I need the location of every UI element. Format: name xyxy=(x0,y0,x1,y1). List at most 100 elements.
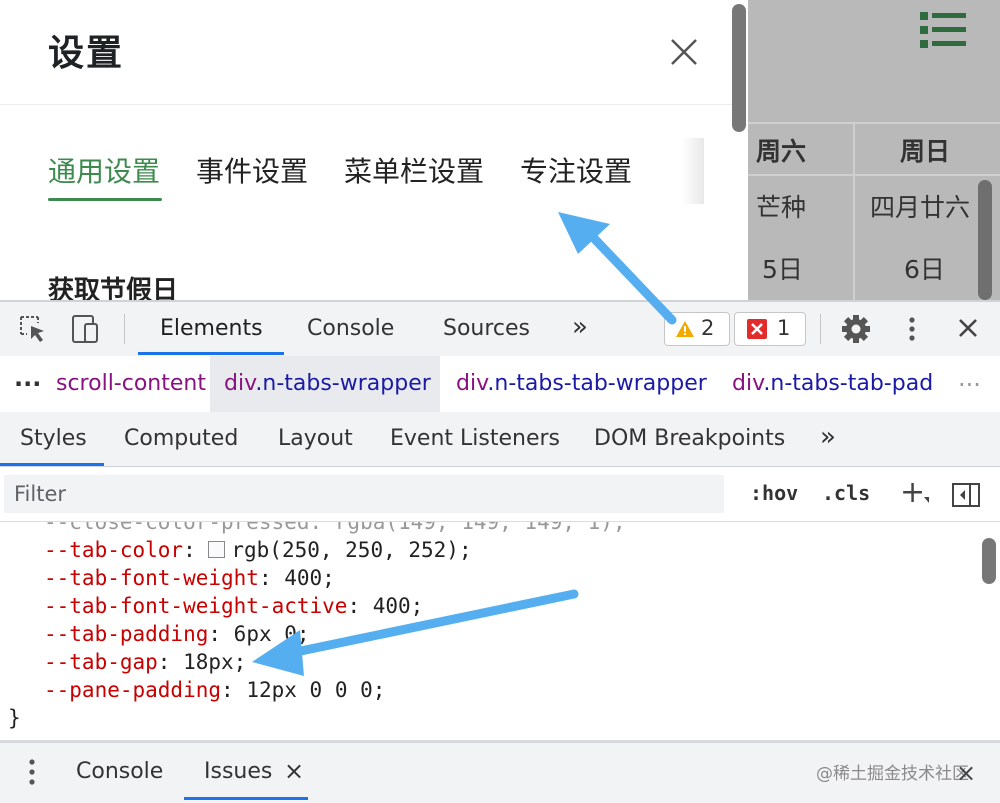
watermark: @稀土掘金技术社区 xyxy=(816,764,969,784)
breadcrumb-class: scroll-content xyxy=(56,371,206,396)
list-menu-icon[interactable] xyxy=(918,10,968,50)
dialog-title: 设置 xyxy=(48,33,125,74)
breadcrumb-tag: div xyxy=(224,371,256,396)
breadcrumb-tag: div xyxy=(732,371,764,396)
error-icon xyxy=(747,319,767,339)
css-declaration[interactable]: --tab-color: rgb(250, 250, 252); xyxy=(44,536,472,564)
styles-scrollbar[interactable] xyxy=(982,538,996,584)
active-subtab-indicator xyxy=(0,463,104,466)
warnings-badge[interactable]: 2 xyxy=(664,312,730,346)
drawer-tab-issues[interactable]: Issues xyxy=(204,759,272,784)
more-options-icon[interactable] xyxy=(896,314,928,344)
more-tabs-button[interactable]: » xyxy=(572,312,588,342)
tab-menubar-settings[interactable]: 菜单栏设置 xyxy=(344,150,484,190)
subtab-computed[interactable]: Computed xyxy=(124,426,238,451)
breadcrumb-item[interactable]: div.n-tabs-tab-wrapper xyxy=(456,356,707,412)
settings-gear-icon[interactable] xyxy=(840,314,872,344)
close-issues-tab-button[interactable]: × xyxy=(284,757,304,785)
subtab-dom-breakpoints[interactable]: DOM Breakpoints xyxy=(594,426,785,451)
close-drawer-button[interactable]: × xyxy=(956,759,976,787)
calendar-grid-line xyxy=(853,122,855,300)
breadcrumb-item[interactable]: div.n-tabs-tab-pad xyxy=(732,356,933,412)
breadcrumb-item[interactable]: scroll-content xyxy=(56,356,206,412)
calendar-day[interactable]: 6日 xyxy=(904,250,945,286)
lunar-label: 芒种 xyxy=(756,193,807,222)
css-value: 400; xyxy=(284,566,335,590)
tab-elements[interactable]: Elements xyxy=(160,316,263,341)
active-tab-indicator xyxy=(48,198,162,201)
tab-sources[interactable]: Sources xyxy=(443,316,530,341)
tab-general-settings[interactable]: 通用设置 xyxy=(48,150,160,190)
tab-event-settings[interactable]: 事件设置 xyxy=(196,150,308,190)
device-toolbar-icon[interactable] xyxy=(70,314,102,344)
breadcrumb-class: .n-tabs-wrapper xyxy=(255,371,431,396)
css-value: 6px 0; xyxy=(233,622,310,646)
styles-filter-input[interactable] xyxy=(4,475,724,513)
tabs-scroll-fade xyxy=(682,138,704,204)
breadcrumb-scroll-right[interactable]: ... xyxy=(958,364,981,392)
breadcrumb-scroll-left[interactable]: ... xyxy=(14,364,41,392)
breadcrumb-class: .n-tabs-tab-wrapper xyxy=(487,371,707,396)
css-property: --tab-font-weight xyxy=(44,566,259,590)
new-style-rule-button[interactable]: + xyxy=(900,475,925,510)
errors-count: 1 xyxy=(777,316,791,340)
tab-console[interactable]: Console xyxy=(307,316,394,341)
errors-badge[interactable]: 1 xyxy=(734,312,806,346)
dialog-scrollbar[interactable] xyxy=(732,4,746,132)
css-declaration[interactable]: --tab-padding: 6px 0; xyxy=(44,620,310,648)
css-value: 400; xyxy=(372,594,424,618)
dialog-header-divider xyxy=(0,104,732,105)
drawer-menu-icon[interactable] xyxy=(22,757,42,787)
calendar-grid-line xyxy=(748,122,1000,124)
hover-state-toggle[interactable]: :hov xyxy=(750,481,798,505)
css-value: rgb(250, 250, 252); xyxy=(231,538,472,562)
weekday-header-saturday: 周六 xyxy=(756,137,807,166)
weekday-header-sunday: 周日 xyxy=(900,137,951,166)
subtab-styles[interactable]: Styles xyxy=(20,426,87,451)
styles-filter-bar: :hov .cls + xyxy=(0,467,1000,522)
subtab-layout[interactable]: Layout xyxy=(278,426,353,451)
styles-subtabs: Styles Computed Layout Event Listeners D… xyxy=(0,412,1000,467)
css-rule-pane: --close-color-pressed: rgba(149, 149, 14… xyxy=(0,522,1000,740)
css-property: --tab-color xyxy=(44,538,184,562)
breadcrumb-class: .n-tabs-tab-pad xyxy=(763,371,934,396)
css-property: --tab-font-weight-active xyxy=(44,594,348,618)
toolbar-divider xyxy=(820,314,821,344)
inspect-element-icon[interactable] xyxy=(18,314,50,344)
css-property: --tab-padding xyxy=(44,622,209,646)
devtools-drawer: Console Issues × @稀土掘金技术社区 × xyxy=(0,740,1000,803)
css-declaration[interactable]: --tab-font-weight-active: 400; xyxy=(44,592,423,620)
color-swatch[interactable] xyxy=(208,541,226,558)
toolbar-divider xyxy=(124,314,125,344)
lunar-label: 四月廿六 xyxy=(870,193,971,222)
drawer-tab-console[interactable]: Console xyxy=(76,759,163,784)
calendar-grid-line xyxy=(748,174,1000,176)
calendar-day[interactable]: 5日 xyxy=(762,250,803,286)
css-declaration-partial: --close-color-pressed: rgba(149, 149, 14… xyxy=(44,522,626,534)
breadcrumb-item-selected[interactable]: div.n-tabs-wrapper xyxy=(210,356,440,412)
toggle-sidebar-icon[interactable] xyxy=(952,483,980,507)
calendar-background: 周六 周日 芒种 四月廿六 5日 6日 xyxy=(748,0,1000,300)
calendar-scrollbar[interactable] xyxy=(978,180,992,300)
css-value: 12px 0 0 0; xyxy=(246,678,386,702)
settings-dialog: 设置 通用设置 事件设置 菜单栏设置 专注设置 获取节假日 xyxy=(0,0,748,306)
class-toggle[interactable]: .cls xyxy=(822,481,870,505)
more-subtabs-button[interactable]: » xyxy=(820,422,836,452)
warnings-count: 2 xyxy=(701,316,715,340)
devtools-toolbar: Elements Console Sources » 2 1 xyxy=(0,300,1000,357)
breadcrumb-tag: div xyxy=(456,371,488,396)
close-icon[interactable] xyxy=(664,32,704,72)
new-rule-menu-caret-icon xyxy=(924,497,929,503)
dom-breadcrumb: ... scroll-content div.n-tabs-wrapper di… xyxy=(0,356,1000,413)
close-devtools-icon[interactable] xyxy=(952,314,984,344)
css-declaration[interactable]: --tab-font-weight: 400; xyxy=(44,564,335,592)
css-value: 18px; xyxy=(183,650,247,674)
css-property: --tab-gap xyxy=(44,650,158,674)
css-declaration[interactable]: --tab-gap: 18px; xyxy=(44,648,246,676)
css-declaration[interactable]: --pane-padding: 12px 0 0 0; xyxy=(44,676,385,704)
css-property: --pane-padding xyxy=(44,678,222,702)
tab-focus-settings[interactable]: 专注设置 xyxy=(520,150,632,190)
css-rule-closing-brace: } xyxy=(8,706,21,730)
warning-icon xyxy=(676,321,694,337)
subtab-event-listeners[interactable]: Event Listeners xyxy=(390,426,560,451)
